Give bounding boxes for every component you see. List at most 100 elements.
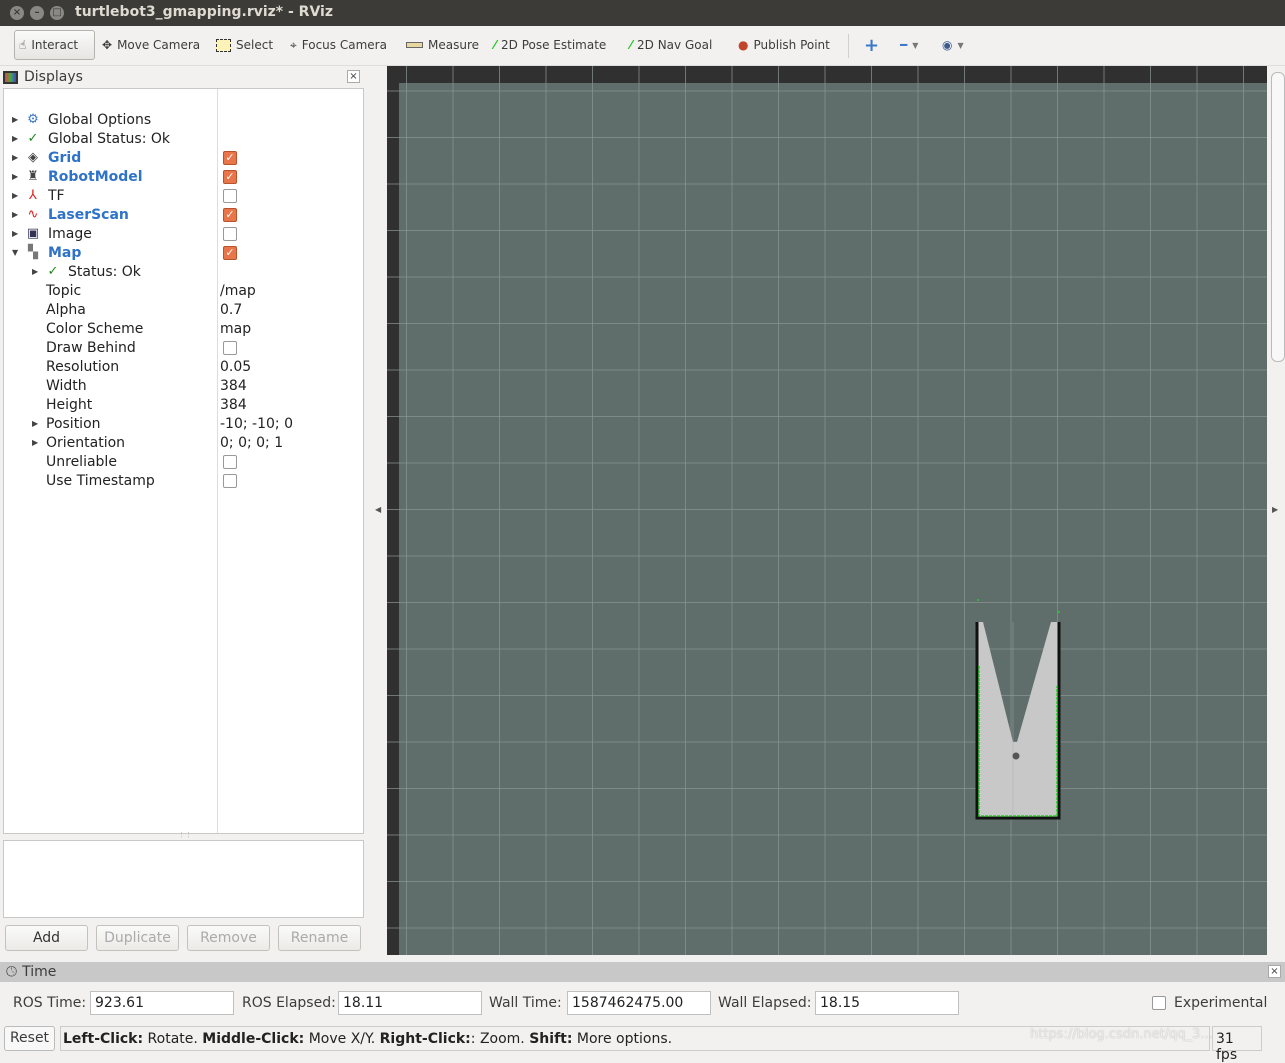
minimize-window-button[interactable]: – — [30, 6, 44, 20]
collapsed-arrow-icon[interactable]: ▶ — [12, 134, 18, 143]
property-value[interactable]: 0.7 — [220, 302, 242, 318]
tool-2d-nav-goal[interactable]: ⁄ 2D Nav Goal — [626, 30, 716, 60]
grid-icon: ◈ — [28, 150, 38, 165]
collapsed-arrow-icon[interactable]: ▶ — [12, 172, 18, 181]
property-value[interactable]: 384 — [220, 378, 247, 394]
right-dock: ▶ — [1268, 66, 1285, 955]
enabled-checkbox[interactable]: ✓ — [223, 245, 237, 260]
clock-icon: 🕓︎ — [6, 964, 18, 980]
3d-view[interactable] — [387, 66, 1267, 955]
collapse-right-arrow[interactable]: ▶ — [1272, 505, 1278, 514]
splitter-handle[interactable]: ⋮⋮ — [178, 831, 192, 839]
maximize-window-button[interactable]: □ — [50, 6, 64, 20]
map-property-use-timestamp[interactable]: Use Timestamp — [4, 471, 363, 490]
ros-elapsed-field[interactable]: 18.11 — [338, 991, 482, 1015]
duplicate-button[interactable]: Duplicate — [96, 925, 179, 951]
property-value[interactable]: 384 — [220, 397, 247, 413]
enabled-checkbox[interactable]: ✓ — [223, 169, 237, 184]
display-item-image[interactable]: ▶ ▣ Image — [4, 224, 363, 243]
display-label: Global Status: Ok — [48, 130, 171, 147]
enabled-checkbox[interactable]: ✓ — [223, 150, 237, 165]
tool-select[interactable]: Select — [212, 30, 277, 60]
tool-measure[interactable]: Measure — [402, 30, 483, 60]
display-item-robotmodel[interactable]: ▶ ♜ RobotModel ✓ — [4, 167, 363, 186]
display-item-global-status-ok[interactable]: ▶ ✓ Global Status: Ok — [4, 129, 363, 148]
hint-text: Rotate. — [143, 1031, 203, 1047]
time-panel-header: 🕓︎ Time × — [0, 962, 1285, 982]
map-property-alpha[interactable]: Alpha 0.7 — [4, 300, 363, 319]
map-property-color-scheme[interactable]: Color Scheme map — [4, 319, 363, 338]
property-checkbox[interactable] — [223, 340, 237, 355]
property-value[interactable]: /map — [220, 283, 256, 299]
property-value[interactable]: map — [220, 321, 251, 337]
display-item-map[interactable]: ▼ ▚ Map ✓ — [4, 243, 363, 262]
enabled-checkbox[interactable] — [223, 226, 237, 241]
enabled-checkbox[interactable] — [223, 188, 237, 203]
property-value[interactable]: -10; -10; 0 — [220, 416, 293, 432]
wall-time-field[interactable]: 1587462475.00 — [567, 991, 711, 1015]
map-property-draw-behind[interactable]: Draw Behind — [4, 338, 363, 357]
remove-button[interactable]: Remove — [187, 925, 270, 951]
scrollbar[interactable] — [1271, 72, 1285, 362]
map-property-topic[interactable]: Topic/map — [4, 281, 363, 300]
tool-publish-point[interactable]: ● Publish Point — [734, 30, 834, 60]
map-property-resolution[interactable]: Resolution 0.05 — [4, 357, 363, 376]
add-button[interactable]: Add — [5, 925, 88, 951]
map-property-height[interactable]: Height 384 — [4, 395, 363, 414]
remove-tool-button[interactable]: ━ ▼ — [896, 30, 922, 60]
hint-text: More options. — [572, 1031, 673, 1047]
collapsed-arrow-icon[interactable]: ▶ — [12, 153, 18, 162]
enabled-checkbox[interactable]: ✓ — [223, 207, 237, 222]
collapse-left-arrow[interactable]: ◀ — [375, 505, 381, 514]
property-checkbox[interactable] — [223, 454, 237, 469]
map-property-position[interactable]: ▶ Position -10; -10; 0 — [4, 414, 363, 433]
close-window-button[interactable]: × — [10, 6, 24, 20]
ros-time-field[interactable]: 923.61 — [90, 991, 234, 1015]
rename-button[interactable]: Rename — [278, 925, 361, 951]
add-tool-button[interactable]: + — [860, 30, 883, 60]
collapsed-arrow-icon[interactable]: ▶ — [12, 115, 18, 124]
display-item-grid[interactable]: ▶ ◈ Grid ✓ — [4, 148, 363, 167]
collapsed-arrow-icon[interactable]: ▶ — [32, 267, 38, 276]
select-box-icon — [216, 38, 231, 52]
collapsed-arrow-icon[interactable]: ▶ — [12, 210, 18, 219]
robot-icon: ♜ — [27, 169, 39, 184]
map-property-orientation[interactable]: ▶ Orientation 0; 0; 0; 1 — [4, 433, 363, 452]
property-checkbox[interactable] — [223, 473, 237, 488]
map-property-status-ok[interactable]: ▶ ✓ Status: Ok — [4, 262, 363, 281]
map-property-width[interactable]: Width 384 — [4, 376, 363, 395]
collapsed-arrow-icon[interactable]: ▶ — [32, 438, 38, 447]
display-item-tf[interactable]: ▶ ⅄ TF — [4, 186, 363, 205]
tool-2d-pose-estimate[interactable]: ⁄ 2D Pose Estimate — [490, 30, 610, 60]
view-options-button[interactable]: ◉ ▼ — [938, 30, 968, 60]
eye-icon: ◉ — [942, 38, 953, 52]
laser-point — [977, 599, 979, 601]
collapsed-arrow-icon[interactable]: ▶ — [32, 419, 38, 428]
property-label: Status: Ok — [68, 263, 141, 280]
tool-interact[interactable]: ☝ Interact — [14, 30, 95, 60]
crosshair-icon: ⌖ — [290, 37, 297, 52]
display-item-laserscan[interactable]: ▶ ∿ LaserScan ✓ — [4, 205, 363, 224]
collapsed-arrow-icon[interactable]: ▶ — [12, 229, 18, 238]
window-title: turtlebot3_gmapping.rviz* - RViz — [75, 4, 334, 20]
tool-focus-camera[interactable]: ⌖ Focus Camera — [286, 30, 391, 60]
displays-tree: ▶ ⚙ Global Options ▶ ✓ Global Status: Ok ▶ ◈ Gri… — [3, 88, 364, 834]
collapsed-arrow-icon[interactable]: ▶ — [12, 191, 18, 200]
close-time-panel-button[interactable]: × — [1268, 965, 1281, 978]
ros-time-label: ROS Time: — [13, 995, 87, 1011]
map-property-unreliable[interactable]: Unreliable — [4, 452, 363, 471]
expanded-arrow-icon[interactable]: ▼ — [12, 248, 18, 257]
hint-key: Shift: — [529, 1031, 573, 1047]
tool-move-camera[interactable]: ✥ Move Camera — [98, 30, 204, 60]
property-value[interactable]: 0; 0; 0; 1 — [220, 435, 283, 451]
wall-elapsed-field[interactable]: 18.15 — [815, 991, 959, 1015]
display-item-global-options[interactable]: ▶ ⚙ Global Options — [4, 110, 363, 129]
experimental-checkbox[interactable] — [1152, 996, 1166, 1010]
reset-button[interactable]: Reset — [4, 1026, 55, 1051]
title-bar: × – □ turtlebot3_gmapping.rviz* - RViz — [0, 0, 1285, 26]
close-panel-button[interactable]: × — [347, 70, 360, 83]
property-value[interactable]: 0.05 — [220, 359, 251, 375]
gear-icon: ⚙ — [27, 112, 39, 127]
map-pin-icon: ● — [738, 38, 749, 52]
display-label: Map — [48, 244, 82, 261]
